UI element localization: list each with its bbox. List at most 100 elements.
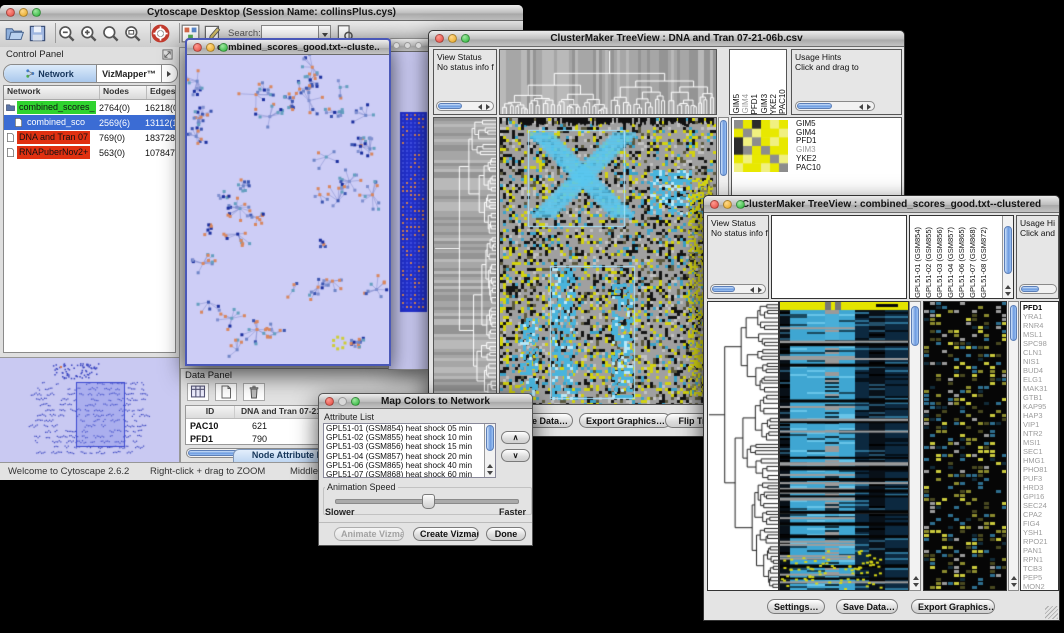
attribute-list-item[interactable]: GPL51-02 (GSM855) heat shock 10 min: [324, 433, 484, 442]
close-button[interactable]: [435, 34, 444, 43]
done-button[interactable]: Done: [486, 527, 526, 541]
attribute-list-scrollbar[interactable]: [484, 424, 495, 477]
attribute-list-item[interactable]: GPL51-03 (GSM856) heat shock 15 min: [324, 442, 484, 451]
float-panel-icon[interactable]: [162, 49, 173, 60]
attribute-listbox[interactable]: GPL51-01 (GSM854) heat shock 05 minGPL51…: [323, 423, 496, 478]
close-button[interactable]: [393, 42, 400, 49]
scroll-right-icon[interactable]: [758, 287, 762, 293]
scroll-down-icon[interactable]: [487, 471, 493, 475]
scroll-up-icon[interactable]: [1005, 285, 1011, 289]
resize-grip[interactable]: [1045, 606, 1058, 619]
view-status-scroll-thumb[interactable]: [438, 103, 462, 109]
treeview-combined-titlebar[interactable]: ClusterMaker TreeView : combined_scores_…: [704, 196, 1059, 213]
minimize-button[interactable]: [448, 34, 457, 43]
zoom-heatmap-canvas[interactable]: [734, 120, 788, 172]
scroll-left-icon[interactable]: [478, 104, 482, 110]
export-graphics-button[interactable]: Export Graphics…: [579, 413, 671, 428]
scroll-left-icon[interactable]: [750, 287, 754, 293]
zoom-fit-icon[interactable]: [123, 24, 142, 43]
map-colors-titlebar[interactable]: Map Colors to Network: [319, 394, 532, 409]
data-column-id[interactable]: ID: [186, 406, 235, 418]
delete-attribute-button[interactable]: [243, 383, 265, 401]
scroll-up-icon[interactable]: [1011, 576, 1017, 580]
column-dendrogram-panel[interactable]: [499, 49, 717, 115]
help-lifering-icon[interactable]: [151, 24, 170, 43]
gene-list-scroll-thumb[interactable]: [1010, 305, 1017, 341]
close-button[interactable]: [193, 43, 202, 52]
attribute-list-item[interactable]: GPL51-04 (GSM857) heat shock 20 min: [324, 452, 484, 461]
birdseye-canvas[interactable]: [0, 358, 179, 465]
close-button[interactable]: [6, 8, 15, 17]
row-dendrogram-canvas[interactable]: [708, 302, 778, 590]
column-dendrogram-panel[interactable]: [771, 215, 907, 299]
slider-thumb[interactable]: [422, 494, 435, 509]
new-attribute-button[interactable]: [215, 383, 237, 401]
minimize-button[interactable]: [206, 43, 215, 52]
scroll-up-icon[interactable]: [913, 576, 919, 580]
animate-vizmap-button[interactable]: Animate Vizmap: [334, 527, 404, 541]
zoom-selected-icon[interactable]: [101, 24, 120, 43]
zoom-button[interactable]: [219, 43, 228, 52]
move-up-button[interactable]: ∧: [501, 431, 530, 444]
minimize-button[interactable]: [338, 397, 347, 406]
close-button[interactable]: [325, 397, 334, 406]
close-button[interactable]: [710, 200, 719, 209]
global-heatmap-panel[interactable]: [499, 117, 717, 405]
network-table-row[interactable]: combined_sco2569(6)13112(15): [4, 115, 175, 130]
gene-list-scrollbar[interactable]: [1008, 301, 1019, 591]
scroll-down-icon[interactable]: [1011, 583, 1017, 587]
network-canvas[interactable]: [187, 55, 389, 364]
global-heatmap-canvas[interactable]: [500, 118, 716, 404]
scroll-down-icon[interactable]: [913, 583, 919, 587]
animation-speed-slider[interactable]: [335, 499, 519, 504]
scroll-left-icon[interactable]: [859, 104, 863, 110]
row-dendrogram-canvas[interactable]: [434, 118, 496, 404]
usage-hints-scroll-thumb[interactable]: [797, 103, 832, 109]
column-labels-scrollbar[interactable]: [1002, 216, 1013, 298]
global-heatmap-canvas[interactable]: [780, 302, 908, 590]
network-table-row[interactable]: RNAPuberNov2+563(0)107847(0): [4, 145, 175, 160]
zoom-button[interactable]: [415, 42, 422, 49]
background-network-titlebar[interactable]: [389, 39, 431, 52]
save-data-button[interactable]: Save Data…: [836, 599, 898, 614]
open-folder-icon[interactable]: [5, 24, 24, 43]
scroll-right-icon[interactable]: [486, 104, 490, 110]
global-heatmap-panel[interactable]: [779, 301, 909, 591]
save-icon[interactable]: [28, 24, 47, 43]
network-table-row[interactable]: combined_scores_2764(0)16218(0): [4, 100, 175, 115]
column-header-network[interactable]: Network: [4, 86, 100, 99]
scroll-right-icon[interactable]: [867, 104, 871, 110]
zoom-button[interactable]: [461, 34, 470, 43]
zoom-button[interactable]: [736, 200, 745, 209]
treeview-dna-titlebar[interactable]: ClusterMaker TreeView : DNA and Tran 07-…: [429, 31, 904, 47]
zoom-button[interactable]: [351, 397, 360, 406]
minimize-button[interactable]: [723, 200, 732, 209]
usage-hints-scrollbar[interactable]: [1019, 284, 1057, 294]
attribute-list-item[interactable]: GPL51-07 (GSM868) heat shock 60 min: [324, 470, 484, 478]
data-table-icon-button[interactable]: [187, 383, 209, 401]
scroll-down-icon[interactable]: [1005, 292, 1011, 296]
export-graphics-button[interactable]: Export Graphics…: [911, 599, 995, 614]
network-view-titlebar[interactable]: combined_scores_good.txt--cluste...: [187, 40, 389, 55]
usage-hints-scrollbar[interactable]: [795, 101, 875, 111]
column-header-edges[interactable]: Edges: [147, 86, 176, 99]
zoom-in-icon[interactable]: [79, 24, 98, 43]
heatmap-vscroll-thumb[interactable]: [720, 120, 727, 176]
zoom-heatmap-panel[interactable]: [923, 301, 1007, 591]
dense-network-canvas[interactable]: [389, 52, 431, 369]
attribute-list-item[interactable]: GPL51-01 (GSM854) heat shock 05 min: [324, 424, 484, 433]
tab-vizmapper[interactable]: VizMapper™: [97, 65, 161, 82]
heatmap-vscrollbar[interactable]: [909, 301, 921, 591]
zoom-button[interactable]: [32, 8, 41, 17]
attribute-list-item[interactable]: GPL51-06 (GSM865) heat shock 40 min: [324, 461, 484, 470]
row-dendrogram-panel[interactable]: [433, 117, 497, 405]
view-status-scrollbar[interactable]: [436, 101, 494, 111]
row-dendrogram-panel[interactable]: [707, 301, 779, 591]
tab-network[interactable]: Network: [4, 65, 97, 82]
heatmap-vscroll-thumb[interactable]: [911, 306, 919, 346]
tab-overflow-button[interactable]: [161, 65, 177, 82]
minimize-button[interactable]: [19, 8, 28, 17]
birdseye-panel[interactable]: [0, 357, 179, 466]
usage-hints-scroll-thumb[interactable]: [1021, 286, 1039, 292]
view-status-scrollbar[interactable]: [710, 284, 766, 294]
